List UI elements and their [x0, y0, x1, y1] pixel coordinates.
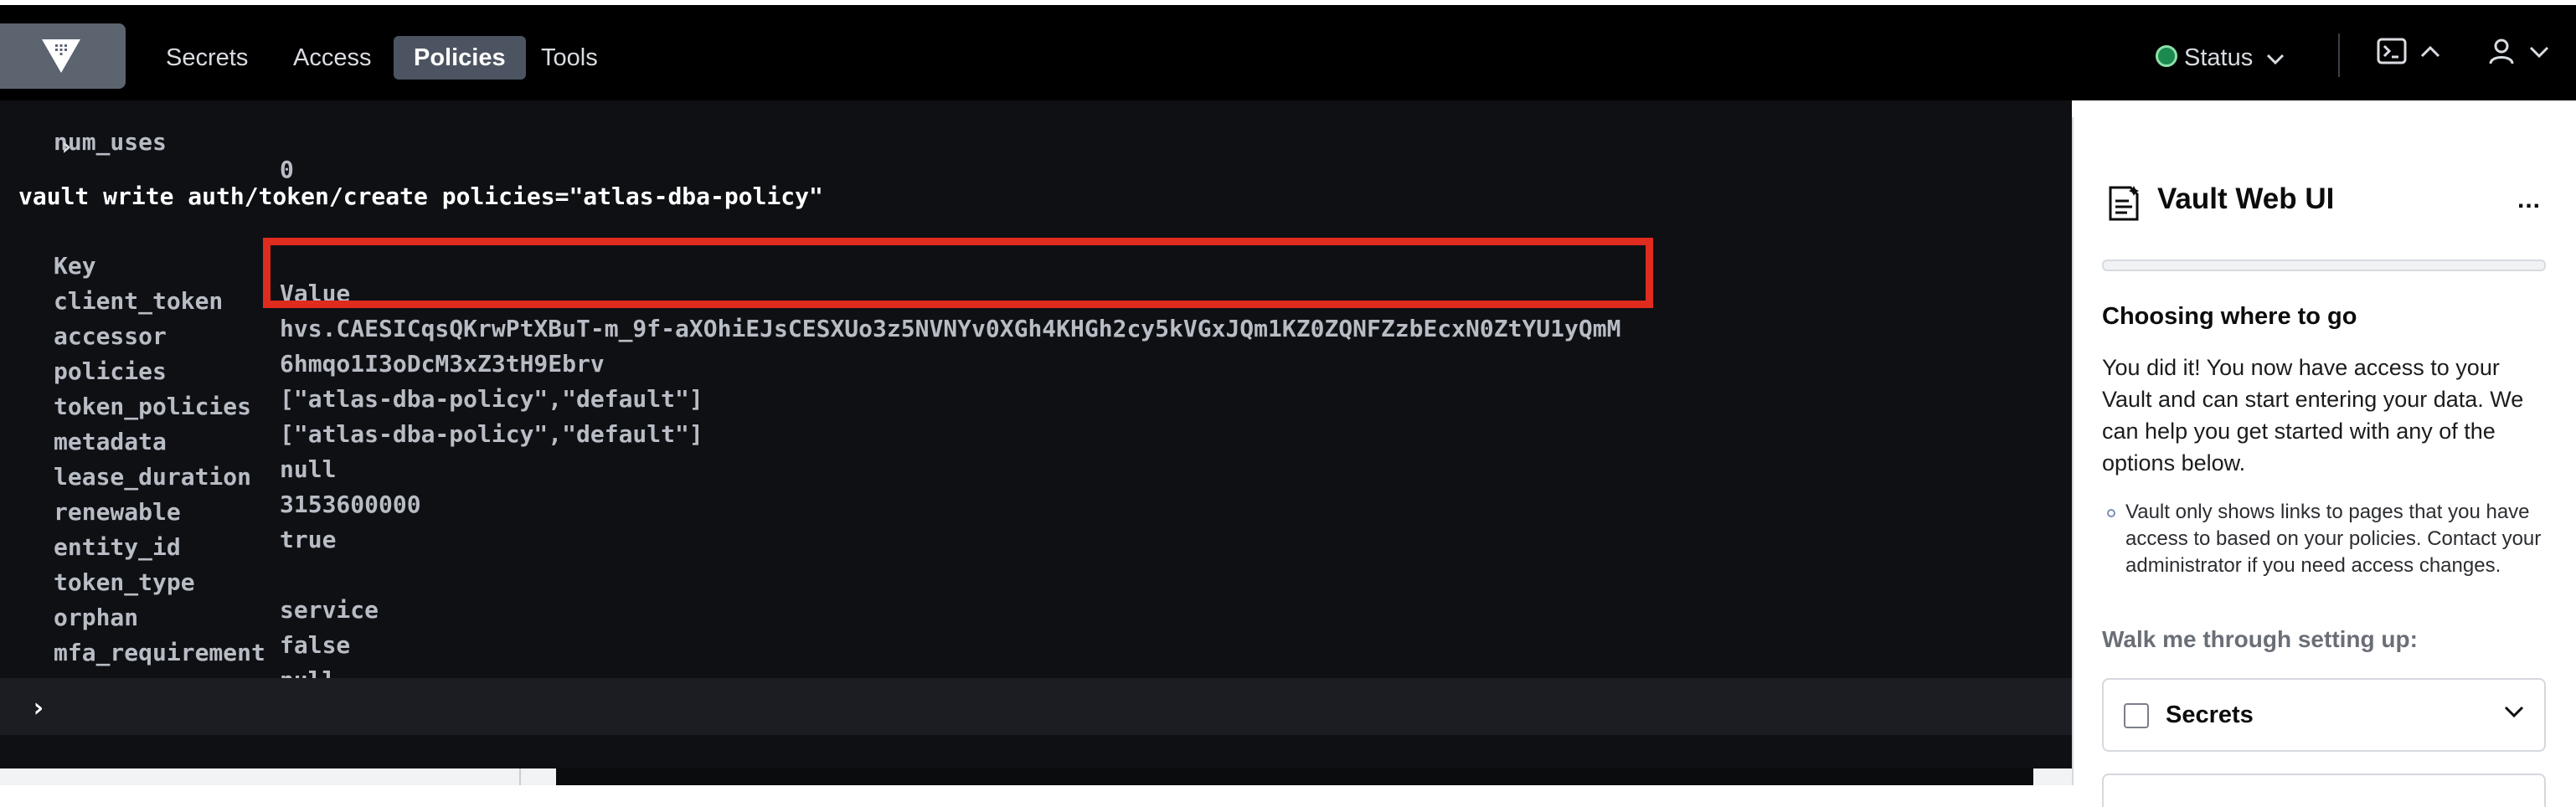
section-title: Choosing where to go [2102, 303, 2357, 330]
more-options-button[interactable]: ... [2517, 186, 2541, 214]
status-label: Status [2184, 44, 2254, 71]
status-menu[interactable]: Status [2156, 36, 2285, 80]
nav-policies[interactable]: Policies [394, 36, 526, 80]
console-toggle-button[interactable] [2377, 37, 2440, 69]
row-value: ["atlas-dba-policy","default"] [280, 385, 703, 413]
row-value: ["atlas-dba-policy","default"] [280, 420, 703, 448]
vault-logo-button[interactable] [0, 23, 126, 89]
console-input[interactable]: › [0, 678, 2072, 735]
vault-cli-console: num_uses 0 › vault write auth/token/crea… [0, 100, 2072, 768]
status-ok-icon [2156, 45, 2177, 68]
document-icon [2109, 186, 2139, 221]
user-menu-button[interactable] [2487, 37, 2549, 69]
row-value: true [280, 526, 337, 553]
setup-option-next[interactable] [2102, 774, 2546, 807]
page-divider [519, 768, 521, 785]
command-line: vault write auth/token/create policies="… [18, 182, 823, 210]
setup-option-secrets[interactable]: Secrets [2102, 678, 2546, 752]
wizard-progress-bar [2102, 260, 2546, 271]
intro-text: You did it! You now have access to your … [2102, 355, 2524, 475]
row-value: 6hmqo1I3oDcM3xZ3tH9Ebrv [280, 350, 605, 378]
policy-note-text: Vault only shows links to pages that you… [2125, 501, 2542, 577]
top-nav-bar: Secrets Access Policies Tools Status [0, 0, 2576, 100]
nav-tools[interactable]: Tools [521, 36, 618, 80]
panel-title: Vault Web UI [2157, 182, 2335, 215]
chevron-up-icon [2421, 45, 2440, 58]
user-icon [2489, 39, 2514, 64]
row-value: service [280, 596, 379, 624]
info-bullet-icon [2107, 509, 2115, 517]
row-value: 3153600000 [280, 491, 421, 518]
client-token-value: hvs.CAESICqsQKrwPtXBuT-m_9f-aXOhiEJsCESX… [280, 315, 1621, 342]
chevron-down-icon [2267, 54, 2285, 65]
secrets-checkbox[interactable] [2124, 703, 2149, 728]
setup-option-label: Secrets [2166, 702, 2254, 728]
client-token-highlight-box [263, 238, 1653, 308]
vault-logo-icon [42, 39, 80, 73]
terminal-icon [2377, 38, 2407, 64]
walkthrough-label: Walk me through setting up: [2102, 626, 2418, 652]
chevron-down-icon [2504, 706, 2524, 718]
prompt-chevron-icon: › [30, 691, 47, 723]
chevron-down-icon [2530, 46, 2549, 59]
prompt-chevron-icon: › [59, 132, 75, 162]
row-value: null [280, 455, 337, 483]
vault-web-ui-wizard-panel: Vault Web UI ... Choosing where to go Yo… [2072, 117, 2576, 807]
nav-divider [2338, 33, 2340, 77]
nav-access[interactable]: Access [273, 36, 391, 80]
page-bottom-dark-area [556, 768, 2033, 785]
row-value: 0 [280, 156, 294, 183]
row-value: false [280, 631, 351, 659]
nav-secrets[interactable]: Secrets [146, 36, 268, 80]
